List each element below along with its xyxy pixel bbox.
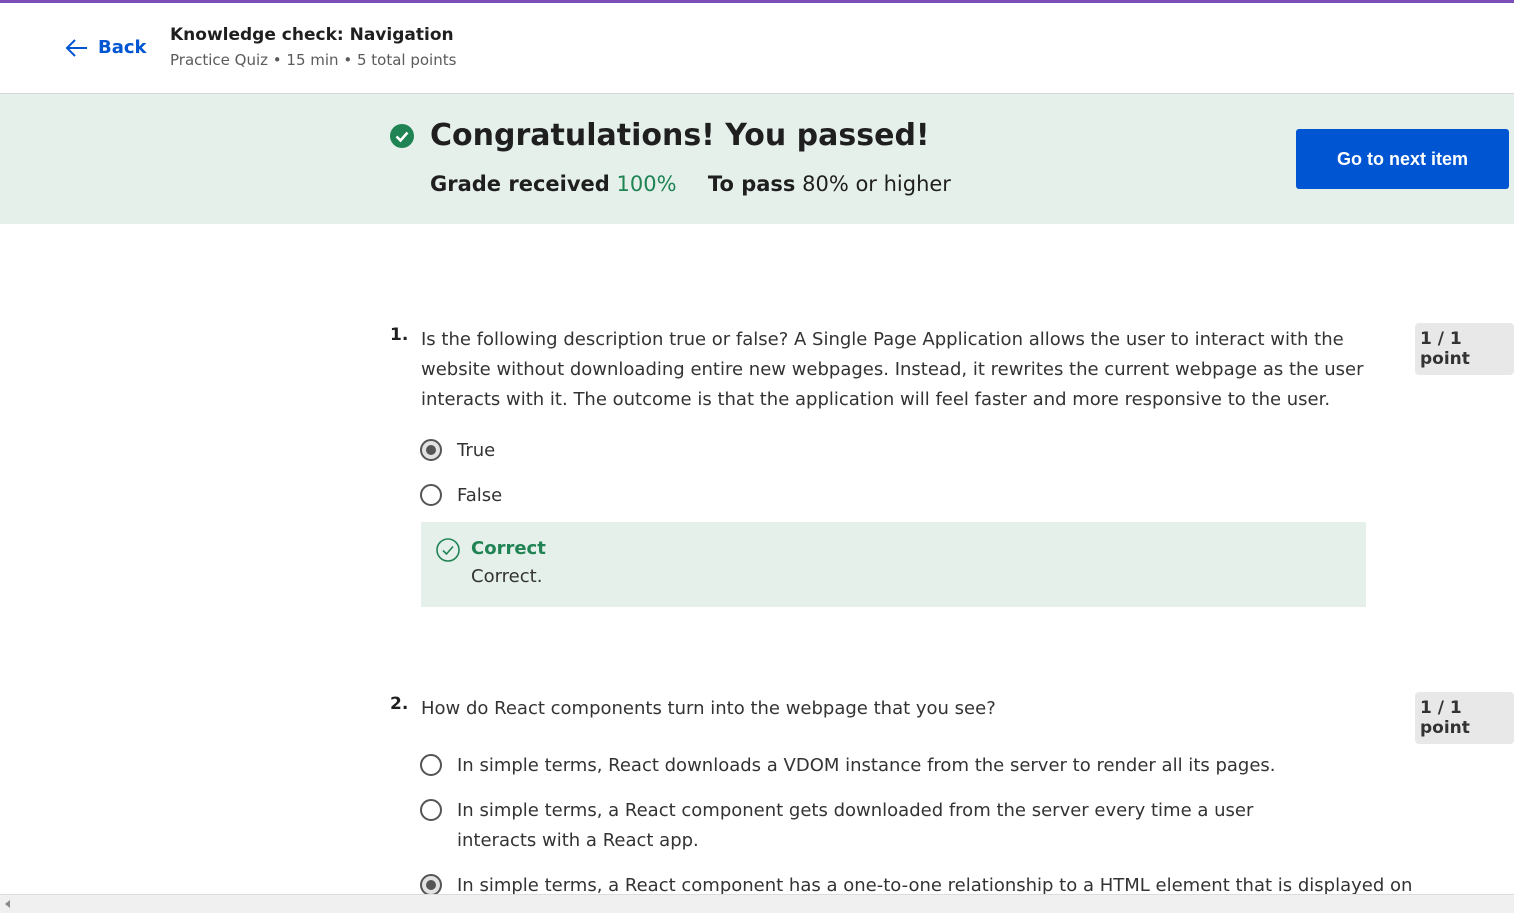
congrats-text: Congratulations! You passed! <box>430 118 930 153</box>
question-text: Is the following description true or fal… <box>421 329 1364 410</box>
horizontal-scrollbar[interactable] <box>0 894 1514 913</box>
radio-button[interactable] <box>420 754 442 776</box>
option-label: False <box>457 485 503 506</box>
radio-button[interactable] <box>420 439 442 461</box>
question-text: How do React components turn into the we… <box>421 698 996 719</box>
page-header: Back Knowledge check: Navigation Practic… <box>0 3 1514 94</box>
option-1[interactable]: In simple terms, React downloads a VDOM … <box>420 751 1320 781</box>
option-label: In simple terms, React downloads a VDOM … <box>457 755 1276 776</box>
feedback-body: Correct. <box>471 566 543 587</box>
quiz-title-group: Knowledge check: Navigation Practice Qui… <box>170 25 456 69</box>
quiz-title: Knowledge check: Navigation <box>170 25 454 45</box>
question-number: 2. <box>390 694 409 714</box>
option-true[interactable]: True <box>420 436 495 466</box>
back-label: Back <box>98 37 147 58</box>
feedback-title: Correct <box>471 538 546 559</box>
back-button[interactable]: Back <box>64 37 147 58</box>
radio-button[interactable] <box>420 799 442 821</box>
grade-label: Grade received <box>430 172 610 196</box>
pass-value: 80% or higher <box>802 172 951 196</box>
option-label: True <box>457 440 496 461</box>
points-badge: 1 / 1 point <box>1415 692 1514 744</box>
arrow-left-icon <box>65 38 87 57</box>
points-badge: 1 / 1 point <box>1415 323 1514 375</box>
radio-button[interactable] <box>420 484 442 506</box>
option-false[interactable]: False <box>420 481 502 511</box>
grade-summary: Grade received 100% To pass 80% or highe… <box>430 172 951 196</box>
go-to-next-item-button[interactable]: Go to next item <box>1296 129 1509 189</box>
check-circle-icon <box>390 123 414 148</box>
result-banner: Congratulations! You passed! Grade recei… <box>0 94 1514 224</box>
congrats-heading: Congratulations! You passed! <box>390 118 930 153</box>
option-2[interactable]: In simple terms, a React component gets … <box>420 796 1320 856</box>
check-outline-icon <box>436 538 460 562</box>
grade-value: 100% <box>616 172 677 196</box>
feedback-box: Correct Correct. <box>421 522 1366 607</box>
pass-label: To pass <box>707 172 796 196</box>
scroll-left-arrow-icon[interactable] <box>5 900 10 908</box>
quiz-subtitle: Practice Quiz • 15 min • 5 total points <box>170 51 457 69</box>
option-label: In simple terms, a React component gets … <box>457 800 1254 851</box>
question-number: 1. <box>390 325 409 345</box>
radio-button[interactable] <box>420 874 442 896</box>
